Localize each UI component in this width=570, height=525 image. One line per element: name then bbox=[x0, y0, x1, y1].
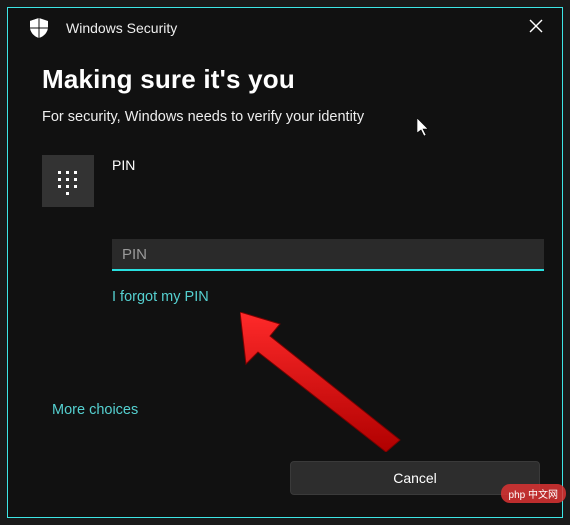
windows-security-dialog: Windows Security Making sure it's you Fo… bbox=[7, 7, 563, 518]
pin-input[interactable] bbox=[112, 239, 544, 271]
forgot-pin-link[interactable]: I forgot my PIN bbox=[112, 289, 209, 305]
close-icon bbox=[529, 19, 543, 38]
pin-option-row: PIN bbox=[42, 155, 534, 207]
window-title: Windows Security bbox=[66, 20, 177, 36]
pin-keypad-icon bbox=[42, 155, 94, 207]
pin-input-area: I forgot my PIN bbox=[112, 239, 534, 306]
subtext: For security, Windows needs to verify yo… bbox=[42, 109, 534, 125]
page-title: Making sure it's you bbox=[42, 64, 534, 95]
pin-label: PIN bbox=[112, 155, 135, 173]
shield-icon bbox=[30, 18, 48, 38]
titlebar: Windows Security bbox=[8, 8, 562, 46]
content-area: Making sure it's you For security, Windo… bbox=[8, 46, 562, 306]
watermark-badge: php 中文网 bbox=[501, 484, 566, 503]
close-button[interactable] bbox=[518, 14, 554, 42]
more-choices-link[interactable]: More choices bbox=[52, 402, 138, 418]
